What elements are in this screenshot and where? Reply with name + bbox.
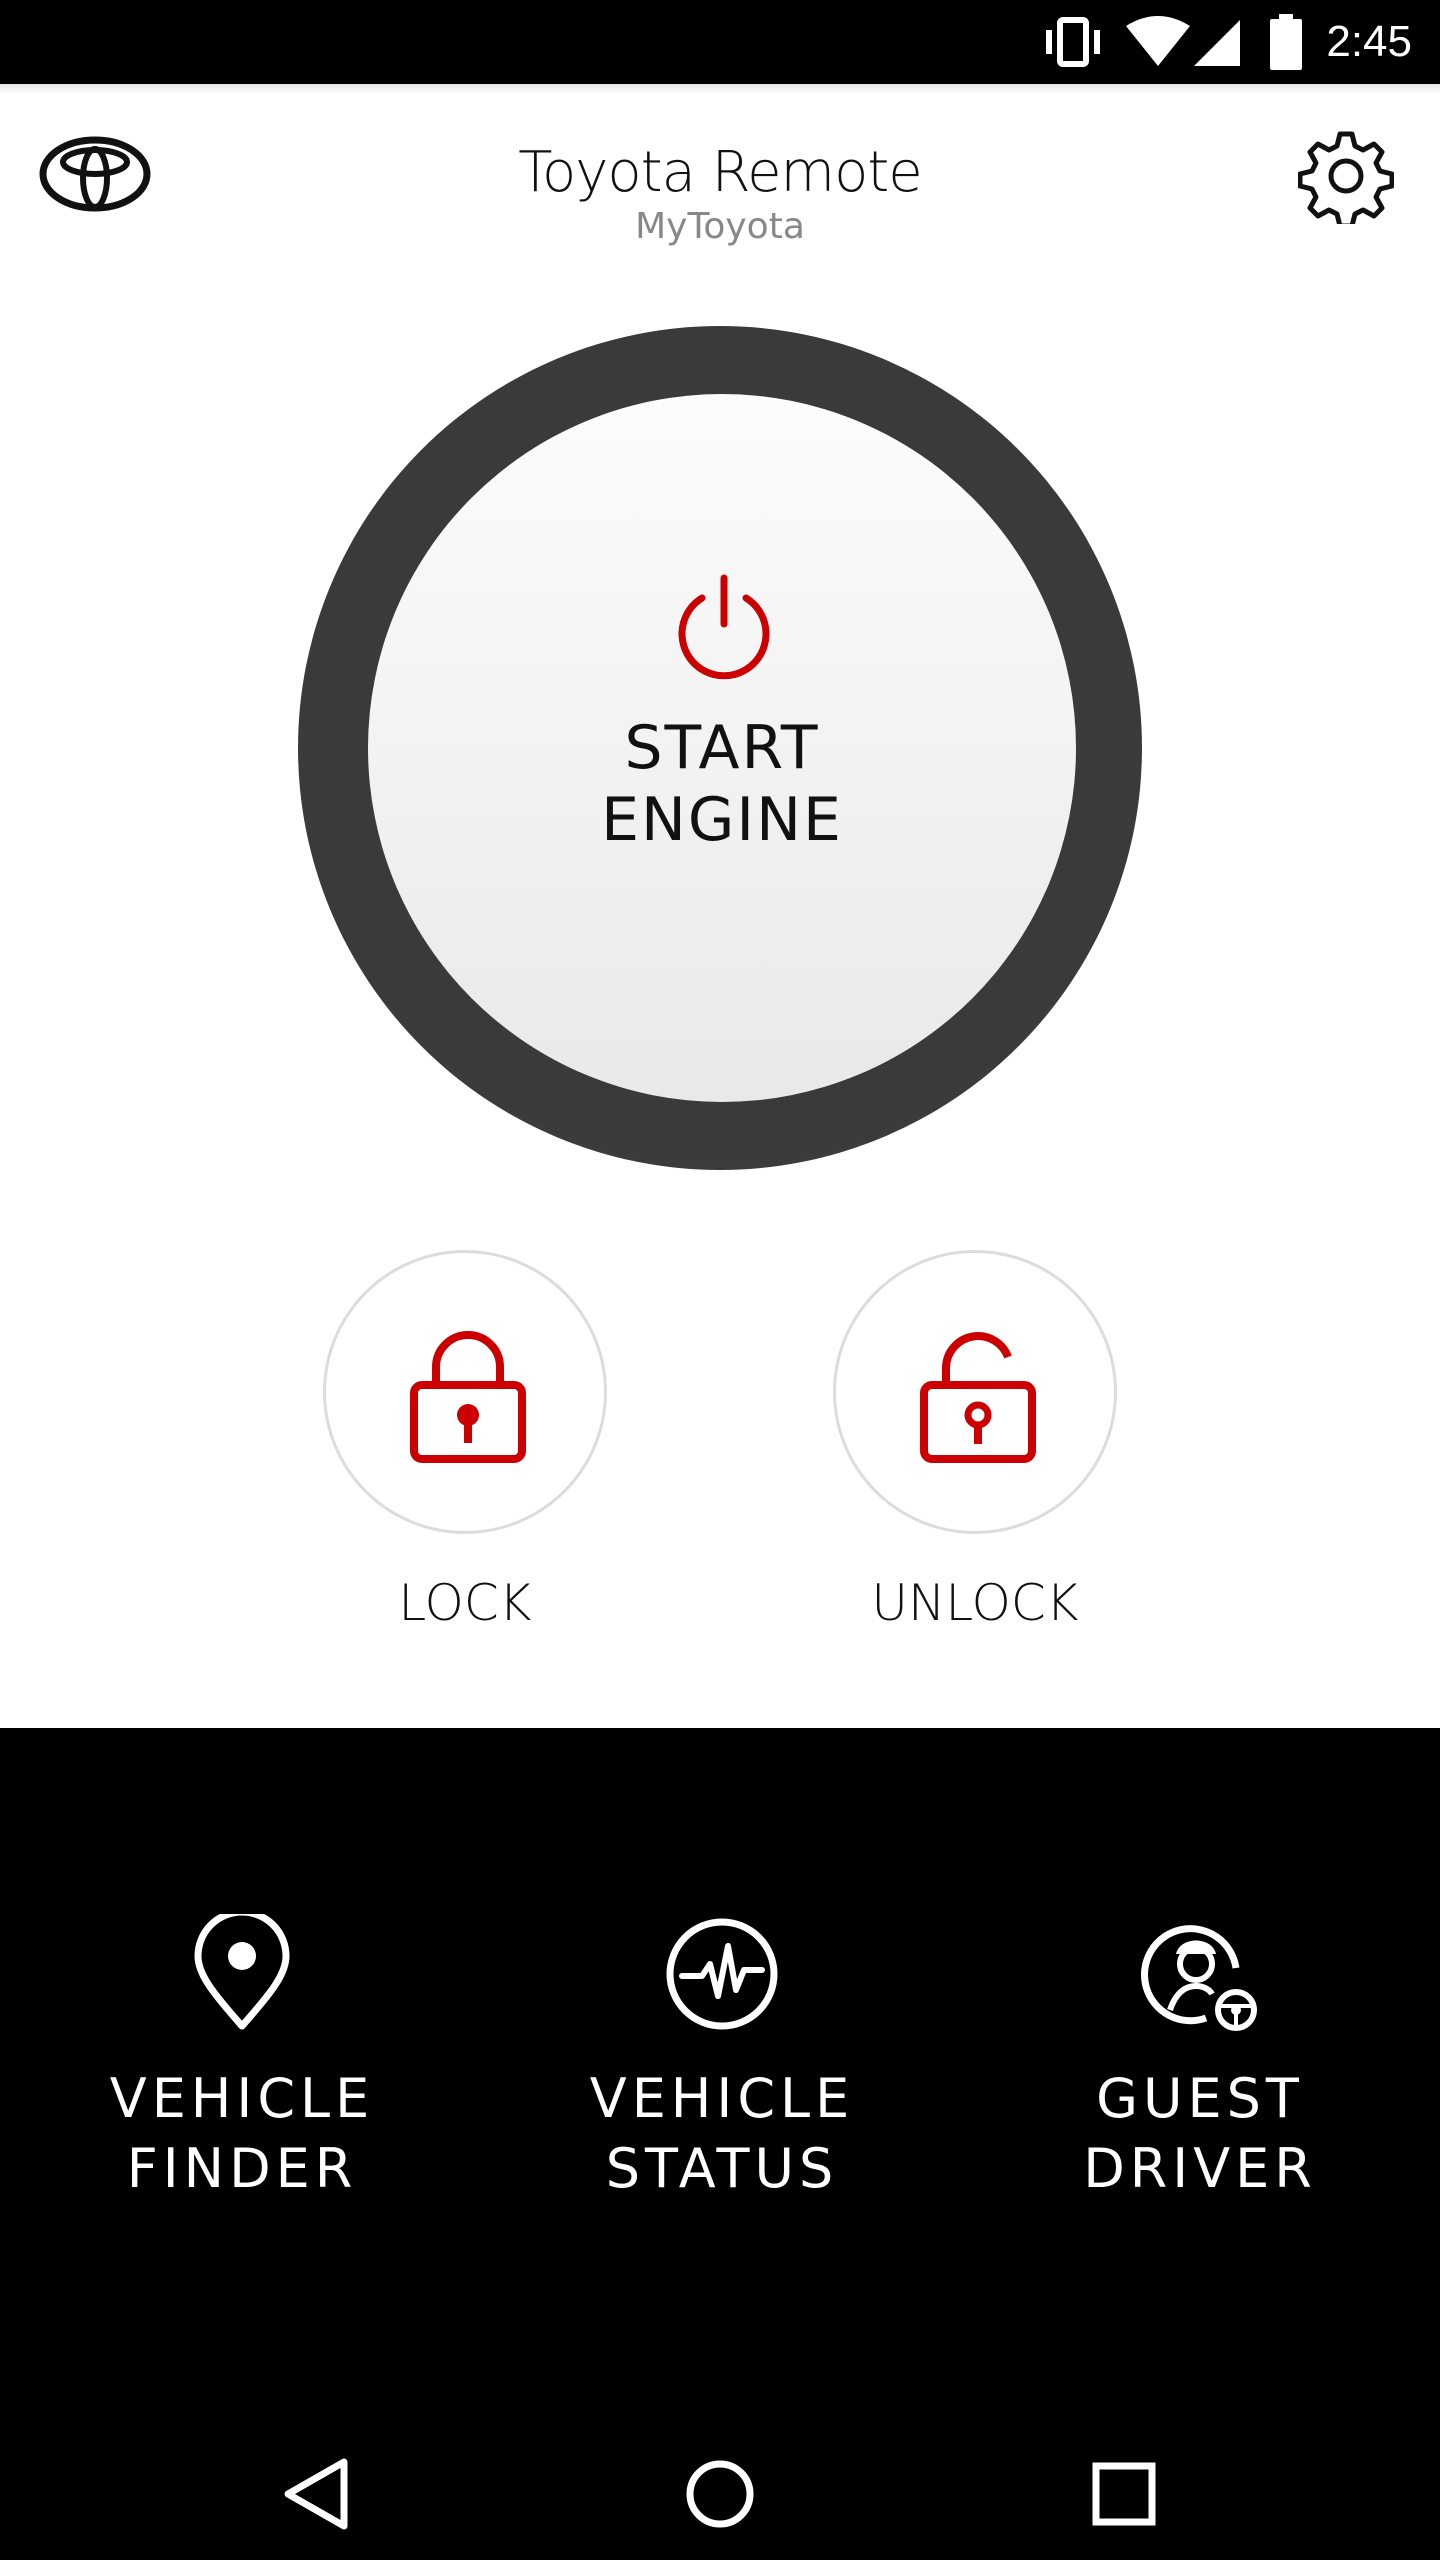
page-title: Toyota Remote [518,140,923,205]
app-header: Toyota Remote MyToyota [0,84,1440,280]
vehicle-status-line1: VEHICLE [589,2067,855,2130]
battery-icon [1270,14,1302,70]
vehicle-finder-line1: VEHICLE [109,2067,375,2130]
system-nav-bar [0,2428,1440,2560]
wifi-icon [1126,16,1190,66]
pulse-icon [666,1918,778,2030]
status-time: 2:45 [1326,17,1412,66]
guest-driver-button[interactable]: GUEST DRIVER [990,1914,1410,2204]
guest-driver-line1: GUEST [1096,2067,1304,2130]
vehicle-status-line2: STATUS [605,2137,839,2200]
start-engine-line2: ENGINE [601,785,843,855]
unlock-label: UNLOCK [871,1574,1079,1632]
power-icon [678,574,770,680]
guest-driver-label: GUEST DRIVER [990,2064,1410,2204]
vehicle-status-button[interactable]: VEHICLE STATUS [512,1914,932,2204]
feature-bar: VEHICLE FINDER VEHICLE STATUS GUEST DRIV… [0,1728,1440,2428]
page-subtitle: MyToyota [635,206,805,247]
home-icon[interactable] [670,2444,770,2544]
lock-open-icon [920,1332,1036,1463]
gear-icon[interactable] [1298,128,1394,224]
back-icon[interactable] [266,2444,366,2544]
start-engine-line1: START [624,713,820,783]
header-shadow [0,84,1440,94]
guest-driver-line2: DRIVER [1083,2137,1317,2200]
guest-driver-icon [1141,1925,1257,2031]
vehicle-finder-label: VEHICLE FINDER [32,2064,452,2204]
vehicle-finder-line2: FINDER [126,2137,358,2200]
location-pin-icon [194,1914,290,2030]
recents-icon[interactable] [1074,2444,1174,2544]
status-bar: 2:45 [0,0,1440,84]
start-engine-label: START ENGINE [368,712,1076,856]
vehicle-status-label: VEHICLE STATUS [512,2064,932,2204]
vibrate-icon [1046,17,1100,67]
unlock-button[interactable] [833,1250,1117,1534]
lock-button[interactable] [323,1250,607,1534]
lock-closed-icon [410,1331,526,1463]
lock-label: LOCK [398,1574,532,1632]
cell-signal-icon [1194,20,1240,66]
vehicle-finder-button[interactable]: VEHICLE FINDER [32,1914,452,2204]
